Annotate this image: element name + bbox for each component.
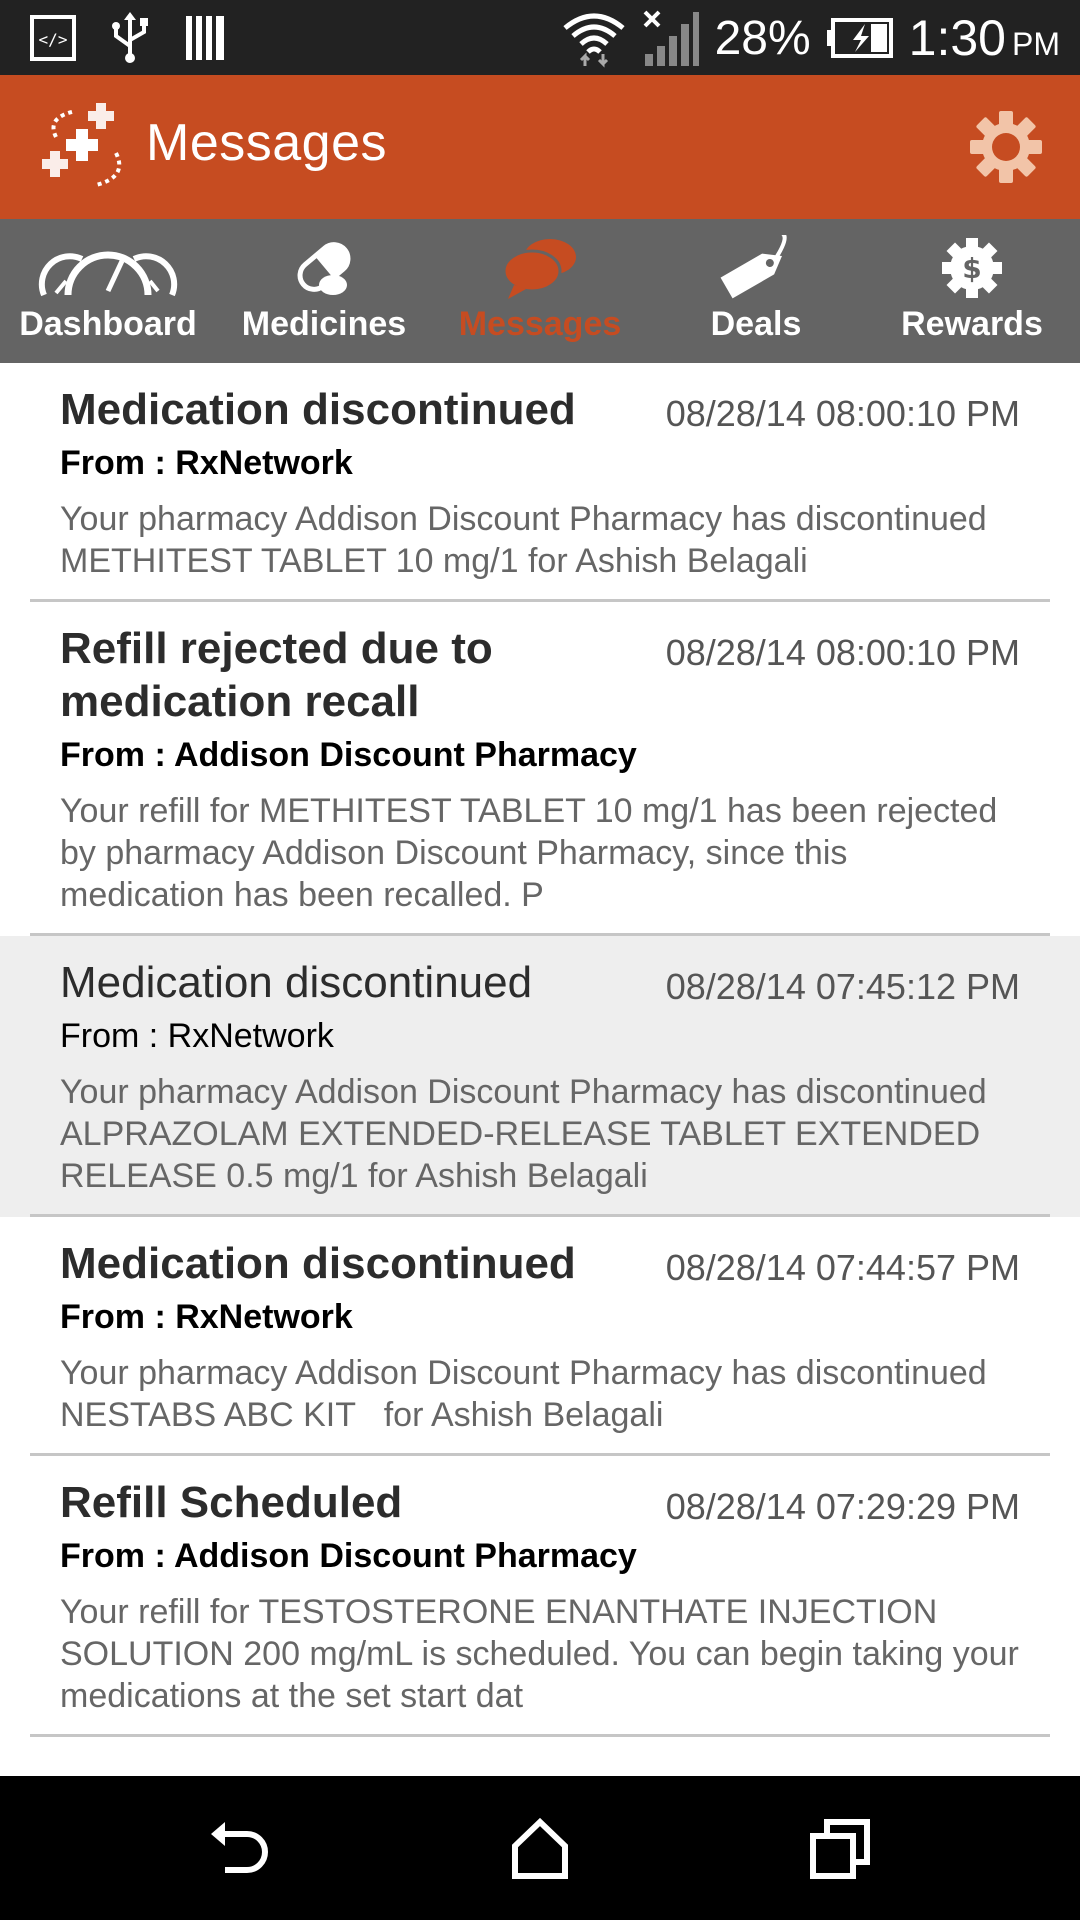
message-item-read[interactable]: Medication discontinued 08/28/14 07:45:1… <box>0 936 1080 1217</box>
status-bar: </> 28% 1:30 PM <box>0 0 1080 75</box>
tab-medicines[interactable]: Medicines <box>216 219 432 363</box>
tag-icon <box>720 235 787 299</box>
message-sender: From : RxNetwork <box>60 444 353 482</box>
message-preview: Your pharmacy Addison Discount Pharmacy … <box>60 1073 987 1195</box>
screen: </> 28% 1:30 PM Messages Dashboard Medic… <box>0 0 1080 1920</box>
message-sender: From : Addison Discount Pharmacy <box>60 736 637 774</box>
message-item[interactable]: Medication discontinued 08/28/14 08:00:1… <box>0 363 1080 602</box>
app-logo-icon[interactable] <box>36 97 136 197</box>
message-header: Medication discontinued 08/28/14 07:45:1… <box>60 936 1020 1009</box>
tab-messages[interactable]: Messages <box>432 219 648 363</box>
dollar-badge-icon: $ <box>942 238 1002 298</box>
message-title: Medication discontinued <box>60 385 576 434</box>
back-icon[interactable] <box>205 1814 275 1884</box>
settings-gear-icon[interactable] <box>968 109 1044 185</box>
svg-text:</>: </> <box>39 30 68 49</box>
tab-dashboard[interactable]: Dashboard <box>0 219 216 363</box>
tab-label: Messages <box>458 305 622 343</box>
chat-bubbles-icon <box>502 239 576 299</box>
battery-percent: 28% <box>714 11 811 65</box>
tab-rewards[interactable]: $ Rewards <box>864 219 1080 363</box>
message-header: Medication discontinued 08/28/14 07:44:5… <box>60 1217 1020 1290</box>
battery-charging-icon <box>826 18 893 58</box>
page-title: Messages <box>146 114 387 172</box>
message-title: Medication discontinued <box>60 1239 576 1288</box>
tab-deals[interactable]: Deals <box>648 219 864 363</box>
message-sender: From : RxNetwork <box>60 1017 334 1055</box>
message-header: Medication discontinued 08/28/14 08:00:1… <box>60 363 1020 436</box>
svg-text:$: $ <box>962 252 981 285</box>
message-date: 08/28/14 07:45:12 PM <box>665 966 1020 1007</box>
message-item[interactable]: Refill Scheduled 08/28/14 07:29:29 PM Fr… <box>0 1456 1080 1737</box>
message-preview: Your refill for TESTOSTERONE ENANTHATE I… <box>60 1593 1019 1715</box>
system-navigation-bar <box>0 1776 1080 1920</box>
pill-icon <box>297 242 351 295</box>
tab-label: Dashboard <box>19 305 197 343</box>
tab-bar: Dashboard Medicines Messages Deals $ Rew… <box>0 219 1080 363</box>
message-header: Refill rejected due to medication recall… <box>60 602 1020 728</box>
message-date: 08/28/14 08:00:10 PM <box>665 393 1020 434</box>
message-date: 08/28/14 07:29:29 PM <box>665 1486 1020 1527</box>
message-title: Refill Scheduled <box>60 1478 403 1527</box>
divider <box>30 1734 1050 1737</box>
message-title: Medication discontinued <box>60 958 533 1007</box>
status-notification-icons: </> <box>30 12 228 64</box>
action-bar: Messages <box>0 75 1080 219</box>
status-clock: 1:30 PM <box>909 9 1060 67</box>
message-date: 08/28/14 07:44:57 PM <box>665 1247 1020 1288</box>
message-sender: From : Addison Discount Pharmacy <box>60 1537 637 1575</box>
dashboard-gauge-icon <box>38 251 178 297</box>
wifi-icon <box>563 13 625 68</box>
clock-time: 1:30 <box>908 10 1006 66</box>
tab-label: Medicines <box>241 305 407 343</box>
status-system-icons: 28% 1:30 PM <box>561 8 1060 68</box>
tab-label: Rewards <box>901 305 1043 343</box>
message-list: Medication discontinued 08/28/14 08:00:1… <box>0 363 1080 1776</box>
message-header: Refill Scheduled 08/28/14 07:29:29 PM <box>60 1456 1020 1529</box>
developer-code-icon: </> <box>30 15 76 61</box>
message-item[interactable]: Medication discontinued 08/28/14 07:44:5… <box>0 1217 1080 1456</box>
message-preview: Your pharmacy Addison Discount Pharmacy … <box>60 500 987 580</box>
clock-ampm: PM <box>1012 26 1060 62</box>
message-title: Refill rejected due to medication recall <box>60 624 493 726</box>
message-preview: Your refill for METHITEST TABLET 10 mg/1… <box>60 792 998 914</box>
barcode-icon <box>186 16 224 60</box>
recent-apps-icon[interactable] <box>805 1814 875 1884</box>
message-preview: Your pharmacy Addison Discount Pharmacy … <box>60 1354 997 1434</box>
message-date: 08/28/14 08:00:10 PM <box>665 632 1020 673</box>
message-item[interactable]: Refill rejected due to medication recall… <box>0 602 1080 936</box>
signal-no-service-icon <box>643 10 699 66</box>
message-sender: From : RxNetwork <box>60 1298 353 1336</box>
usb-icon <box>112 12 148 63</box>
tab-label: Deals <box>710 305 802 343</box>
home-icon[interactable] <box>505 1814 575 1884</box>
